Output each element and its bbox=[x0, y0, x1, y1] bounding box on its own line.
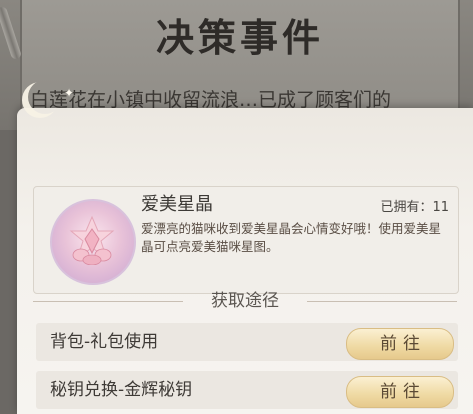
owned-value: 11 bbox=[432, 200, 449, 215]
divider bbox=[33, 301, 183, 302]
route-label: 秘钥兑换-金辉秘钥 bbox=[50, 380, 193, 400]
item-description: 爱漂亮的猫咪收到爱美星晶会心情变好哦！使用爱美星晶可点亮爱美猫咪星图。 bbox=[141, 221, 442, 254]
route-row-bag: 背包-礼包使用 前往 bbox=[36, 323, 458, 361]
acquire-section-header: 获取途径 bbox=[33, 286, 457, 316]
section-title: 获取途径 bbox=[211, 291, 279, 311]
owned-label: 已拥有： bbox=[380, 200, 433, 215]
go-button[interactable]: 前往 bbox=[346, 328, 454, 360]
scroll-rod-icon bbox=[0, 5, 23, 61]
pink-star-crystal-icon bbox=[69, 215, 115, 265]
item-name: 爱美星晶 bbox=[141, 194, 213, 215]
route-row-key-exchange: 秘钥兑换-金辉秘钥 前往 bbox=[36, 371, 458, 409]
route-label: 背包-礼包使用 bbox=[50, 332, 159, 352]
sparkle-icon: ✦ bbox=[64, 86, 75, 100]
event-title: 决策事件 bbox=[155, 15, 324, 60]
item-owned-count: 已拥有：11 bbox=[369, 198, 449, 218]
divider bbox=[307, 301, 457, 302]
go-button[interactable]: 前往 bbox=[346, 376, 454, 408]
item-icon-frame bbox=[50, 199, 136, 285]
crescent-moon-icon bbox=[28, 80, 62, 114]
